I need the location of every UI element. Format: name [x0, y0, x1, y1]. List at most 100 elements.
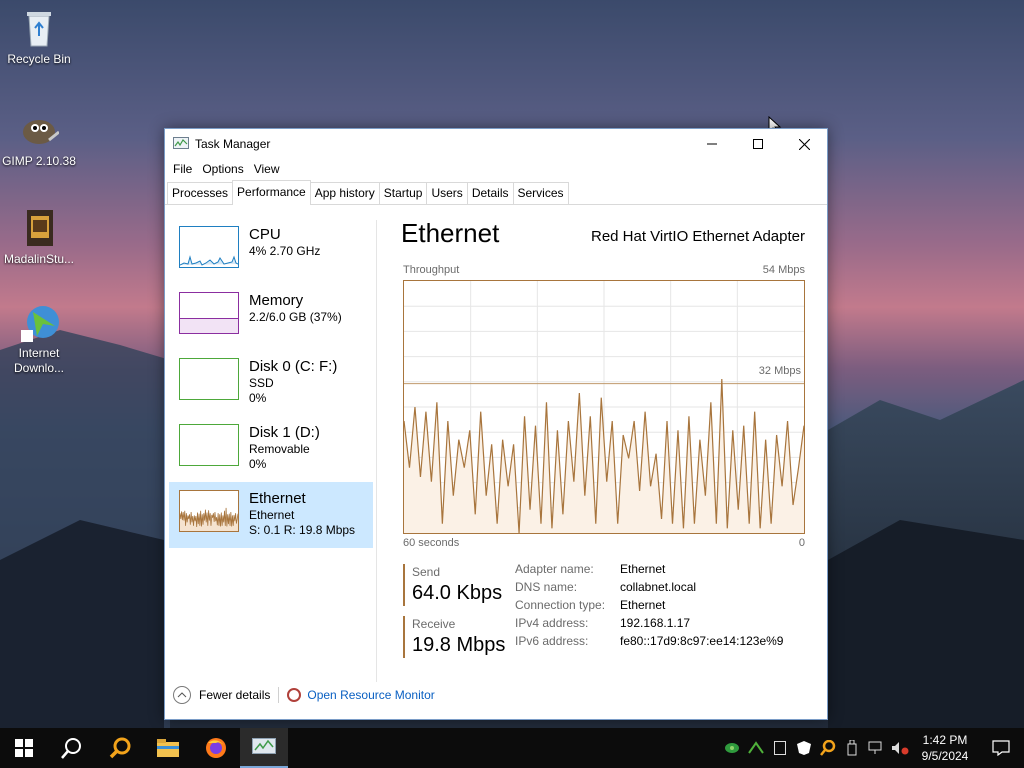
gimp-icon [19, 110, 60, 150]
menu-file[interactable]: File [168, 162, 197, 176]
recycle-bin-icon [19, 8, 59, 48]
desktop-icon-label: Recycle Bin [7, 52, 71, 66]
performance-content: CPU 4% 2.70 GHz Memory 2.2/6.0 GB (37%) … [165, 206, 827, 719]
x-axis-left-label: 60 seconds [403, 537, 460, 549]
sidebar-item-memory[interactable]: Memory 2.2/6.0 GB (37%) [169, 284, 373, 350]
desktop-icon-gimp[interactable]: GIMP 2.10.38 [1, 110, 77, 169]
sidebar-item-detail: SSD [249, 376, 274, 390]
sidebar-item-detail: Ethernet [249, 508, 295, 522]
footer-bar: Fewer details Open Resource Monitor [173, 686, 435, 704]
desktop-icon-label: GIMP 2.10.38 [2, 154, 76, 168]
disk0-mini-graph [179, 358, 239, 400]
adapter-title: Red Hat VirtIO Ethernet Adapter [590, 228, 805, 245]
network-status-icon[interactable] [864, 728, 888, 768]
tab-services[interactable]: Services [512, 182, 569, 204]
detail-key: IPv4 address: [515, 616, 589, 630]
receive-label: Receive [412, 617, 456, 631]
clock[interactable]: 1:42 PM 9/5/2024 [912, 732, 978, 764]
memory-mini-graph [179, 292, 239, 334]
tab-bar: Processes Performance App history Startu… [165, 179, 827, 205]
send-stat: Send 64.0 Kbps [403, 564, 502, 606]
sidebar-item-detail: Removable [249, 442, 310, 456]
sidebar-item-ethernet[interactable]: Ethernet Ethernet S: 0.1 R: 19.8 Mbps [169, 482, 373, 548]
search-icon [61, 738, 81, 759]
menu-options[interactable]: Options [197, 162, 248, 176]
tab-app-history[interactable]: App history [309, 182, 380, 204]
detail-value: collabnet.local [620, 580, 697, 594]
archive-icon [19, 208, 59, 248]
desktop-icon-label: Internet Downlo... [13, 346, 65, 375]
close-button[interactable] [781, 129, 827, 159]
notification-icon [992, 740, 1010, 756]
tab-processes[interactable]: Processes [167, 182, 234, 204]
adapter-details: Adapter name: Ethernet DNS name: collabnet… [515, 562, 783, 652]
footer-separator [278, 687, 280, 703]
sidebar-item-cpu[interactable]: CPU 4% 2.70 GHz [169, 218, 373, 284]
task-manager-window: Task Manager File Options View Processes… [164, 128, 828, 720]
tab-users[interactable]: Users [426, 182, 468, 204]
chevron-up-icon[interactable] [173, 686, 191, 704]
sidebar-item-detail: 2.2/6.0 GB (37%) [249, 310, 342, 324]
desktop-icon-recycle-bin[interactable]: Recycle Bin [1, 8, 77, 67]
search-button[interactable] [48, 728, 96, 768]
menu-bar: File Options View [165, 159, 827, 179]
network-tray-icon[interactable] [720, 728, 744, 768]
sidebar-item-disk-0[interactable]: Disk 0 (C: F:) SSD 0% [169, 350, 373, 416]
resource-monitor-icon [287, 688, 302, 702]
volume-muted-icon[interactable] [888, 728, 912, 768]
task-manager-icon [173, 137, 189, 151]
send-label: Send [412, 565, 441, 579]
system-tray: 1:42 PM 9/5/2024 [720, 728, 1024, 768]
notification-button[interactable] [978, 728, 1024, 768]
max-scale-label: 54 Mbps [762, 264, 805, 276]
taskbar-app-search-tool[interactable] [96, 728, 144, 768]
detail-key: Connection type: [515, 598, 606, 612]
windows-icon [15, 739, 33, 757]
window-title: Task Manager [195, 137, 271, 151]
clipboard-tray-icon[interactable] [768, 728, 792, 768]
shield-icon[interactable] [792, 728, 816, 768]
title-bar[interactable]: Task Manager [165, 129, 827, 159]
mid-scale-label: 32 Mbps [758, 365, 801, 377]
clock-time: 1:42 PM [922, 733, 968, 747]
taskbar-app-firefox[interactable] [192, 728, 240, 768]
minimize-button[interactable] [689, 129, 735, 159]
maximize-button[interactable] [735, 129, 781, 159]
detail-key: Adapter name: [515, 562, 594, 576]
receive-value: 19.8 Mbps [412, 634, 506, 656]
sidebar-item-label: CPU [249, 226, 281, 243]
clock-date: 9/5/2024 [921, 749, 969, 763]
detail-value: Ethernet [620, 598, 666, 612]
tab-details[interactable]: Details [466, 182, 514, 204]
folder-icon [157, 739, 179, 757]
sidebar-item-label: Disk 1 (D:) [249, 424, 320, 441]
desktop-icon-internet-download-manager[interactable]: Internet Downlo... [1, 302, 77, 376]
ethernet-panel: Ethernet Red Hat VirtIO Ethernet Adapter… [401, 218, 805, 658]
resource-sidebar: CPU 4% 2.70 GHz Memory 2.2/6.0 GB (37%) … [169, 218, 373, 548]
usb-tray-icon[interactable] [840, 728, 864, 768]
throughput-label: Throughput [403, 264, 460, 276]
detail-value: Ethernet [620, 562, 666, 576]
magnifier-tray-icon[interactable] [816, 728, 840, 768]
disk1-mini-graph [179, 424, 239, 466]
throughput-graph: 32 Mbps [403, 280, 805, 534]
tab-startup[interactable]: Startup [378, 182, 428, 204]
start-button[interactable] [0, 728, 48, 768]
taskbar: 1:42 PM 9/5/2024 [0, 728, 1024, 768]
taskbar-app-file-explorer[interactable] [144, 728, 192, 768]
taskbar-app-task-manager[interactable] [240, 728, 288, 768]
sidebar-item-disk-1[interactable]: Disk 1 (D:) Removable 0% [169, 416, 373, 482]
desktop-icon-madalinstu[interactable]: MadalinStu... [1, 208, 77, 267]
fewer-details-link[interactable]: Fewer details [199, 688, 270, 702]
sidebar-item-usage: 0% [249, 391, 267, 405]
task-manager-taskbar-icon [252, 738, 276, 754]
sidebar-item-label: Ethernet [249, 490, 306, 507]
download-manager-tray-icon[interactable] [744, 728, 768, 768]
detail-value: fe80::17d9:8c97:ee14:123e%9 [620, 634, 784, 648]
detail-value: 192.168.1.17 [620, 616, 691, 630]
sidebar-item-detail: 4% 2.70 GHz [249, 244, 321, 258]
detail-key: IPv6 address: [515, 634, 589, 648]
tab-performance[interactable]: Performance [232, 180, 311, 205]
menu-view[interactable]: View [249, 162, 285, 176]
open-resource-monitor-link[interactable]: Open Resource Monitor [307, 688, 434, 702]
